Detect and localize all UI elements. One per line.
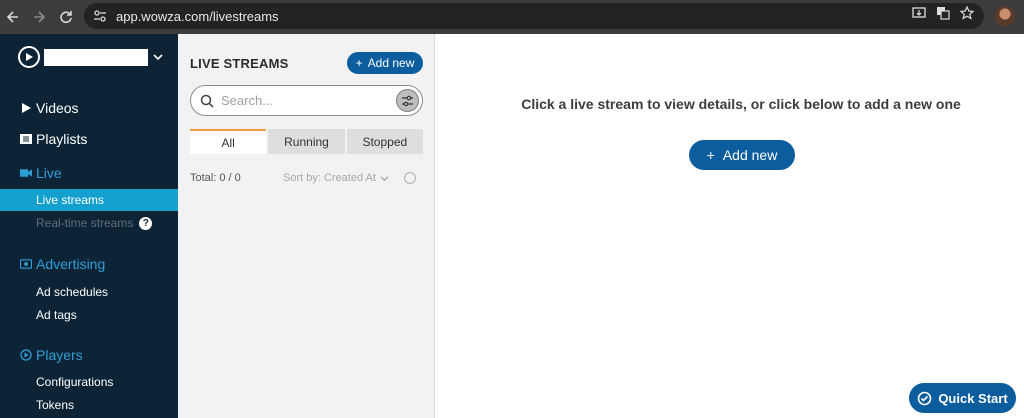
search-input[interactable] — [221, 93, 391, 108]
sidebar-item-playlists[interactable]: Playlists — [0, 128, 178, 150]
quick-start-label: Quick Start — [938, 390, 1008, 406]
check-circle-icon — [918, 391, 932, 405]
sidebar-item-live-streams[interactable]: Live streams — [0, 189, 178, 211]
sidebar-item-label: Live streams — [36, 193, 105, 207]
account-switcher[interactable] — [18, 46, 163, 68]
live-streams-panel: LIVE STREAMS + Add new All Running Stopp… — [178, 34, 435, 418]
sidebar-item-label: Playlists — [36, 131, 88, 147]
reload-button[interactable] — [53, 4, 79, 30]
play-logo-icon — [18, 46, 40, 68]
chevron-down-icon — [380, 175, 389, 181]
help-icon[interactable]: ? — [139, 216, 153, 230]
empty-state-message: Click a live stream to view details, or … — [521, 96, 961, 112]
sidebar-item-tokens[interactable]: Tokens — [0, 394, 178, 416]
sidebar-section-label: Advertising — [36, 256, 106, 272]
plus-icon: + — [355, 56, 363, 70]
sidebar-section-players[interactable]: Players — [0, 344, 178, 366]
forward-button[interactable] — [26, 4, 52, 30]
sidebar-section-advertising[interactable]: Advertising — [0, 253, 178, 275]
sidebar-item-label: Tokens — [36, 398, 75, 412]
reload-icon — [60, 11, 72, 24]
status-tabs: All Running Stopped — [190, 129, 423, 154]
chevron-down-icon — [153, 54, 163, 61]
sort-direction-icon[interactable] — [404, 172, 416, 184]
quick-start-button[interactable]: Quick Start — [909, 383, 1016, 413]
sidebar-item-label: Ad tags — [36, 308, 77, 322]
install-app-icon[interactable] — [912, 6, 926, 20]
panel-title: LIVE STREAMS — [190, 56, 289, 71]
filter-button[interactable] — [396, 89, 419, 112]
total-count: Total: 0 / 0 — [190, 172, 241, 184]
arrow-left-icon — [6, 11, 18, 23]
playlist-icon — [20, 133, 32, 145]
sort-by-select[interactable]: Sort by: Created At — [283, 172, 389, 184]
tab-stopped[interactable]: Stopped — [346, 129, 423, 154]
sidebar-item-real-time-streams[interactable]: Real-time streams ? — [0, 212, 178, 234]
add-new-stream-button[interactable]: + Add new — [689, 140, 795, 170]
translate-icon[interactable] — [936, 6, 950, 20]
add-new-label: Add new — [722, 147, 778, 163]
search-box — [190, 85, 423, 116]
sidebar-item-configurations[interactable]: Configurations — [0, 371, 178, 393]
player-circle-icon — [20, 349, 32, 361]
url-text: app.wowza.com/livestreams — [116, 8, 279, 24]
sidebar-item-label: Ad schedules — [36, 285, 109, 299]
sidebar-item-ad-tags[interactable]: Ad tags — [0, 304, 178, 326]
quick-start-badge: 4 — [1009, 379, 1015, 390]
star-icon[interactable] — [960, 6, 974, 20]
sidebar-item-label: Real-time streams — [36, 216, 134, 230]
play-icon — [20, 102, 32, 114]
browser-toolbar: app.wowza.com/livestreams — [0, 0, 1024, 34]
account-name — [44, 48, 148, 66]
sidebar-item-ad-schedules[interactable]: Ad schedules — [0, 281, 178, 303]
sidebar: Videos Playlists Live Live streams Real-… — [0, 34, 178, 418]
sidebar-item-label: Videos — [36, 100, 79, 116]
sidebar-section-label: Players — [36, 347, 83, 363]
sort-by-label: Sort by: Created At — [283, 172, 376, 184]
sidebar-item-label: Configurations — [36, 375, 114, 389]
tab-running[interactable]: Running — [268, 129, 345, 154]
sliders-icon — [402, 95, 413, 106]
sidebar-section-label: Live — [36, 165, 62, 181]
address-bar[interactable]: app.wowza.com/livestreams — [84, 3, 984, 29]
tab-all[interactable]: All — [190, 129, 267, 154]
site-settings-icon[interactable] — [88, 4, 112, 28]
ad-icon — [20, 258, 32, 270]
sidebar-item-videos[interactable]: Videos — [0, 97, 178, 119]
sidebar-section-live[interactable]: Live — [0, 162, 178, 184]
arrow-right-icon — [34, 11, 46, 23]
search-icon — [199, 93, 215, 109]
add-new-label: Add new — [367, 56, 415, 70]
video-camera-icon — [20, 167, 32, 179]
profile-avatar[interactable] — [995, 6, 1015, 26]
back-button[interactable] — [0, 4, 26, 30]
plus-icon: + — [706, 147, 715, 163]
add-new-button[interactable]: + Add new — [347, 52, 423, 74]
